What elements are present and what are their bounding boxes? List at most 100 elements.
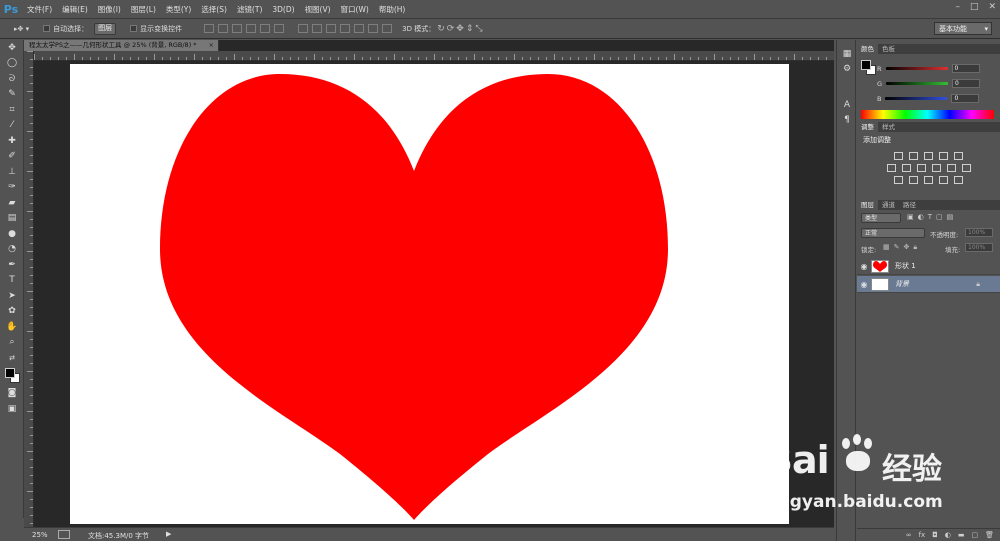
eye-icon[interactable]: ◉ — [857, 262, 871, 271]
filter-adjust-icon[interactable]: ◐ — [918, 213, 924, 221]
horizontal-ruler[interactable] — [34, 51, 834, 61]
eye-icon[interactable]: ◉ — [857, 280, 871, 289]
distribute-hcenter-icon[interactable] — [354, 24, 365, 33]
filter-smart-icon[interactable]: ▤ — [947, 213, 954, 221]
properties-panel-icon[interactable]: ⚙ — [837, 62, 857, 78]
align-bottom-icon[interactable] — [232, 24, 243, 33]
healing-brush-tool-icon[interactable]: ✚ — [0, 133, 24, 149]
drag-3d-icon[interactable]: ✥ — [456, 24, 464, 34]
color-swatches[interactable] — [0, 366, 24, 386]
fill-field[interactable]: 100% — [965, 243, 993, 252]
distribute-vcenter-icon[interactable] — [312, 24, 323, 33]
channel-slider[interactable] — [885, 97, 948, 100]
crop-tool-icon[interactable]: ⌗ — [0, 102, 24, 118]
canvas[interactable] — [70, 64, 789, 524]
color-spectrum-bar[interactable] — [861, 110, 994, 119]
black-white-icon[interactable] — [916, 164, 926, 172]
eraser-tool-icon[interactable]: ▰ — [0, 195, 24, 211]
blur-tool-icon[interactable]: ● — [0, 226, 24, 242]
lock-pixels-icon[interactable]: ✎ — [894, 243, 900, 252]
workspace-dropdown[interactable]: 基本功能 ▾ — [934, 22, 992, 35]
auto-select-dropdown[interactable]: 图层 — [94, 22, 117, 35]
tab-color[interactable]: 颜色 — [857, 44, 878, 54]
color-lookup-icon[interactable] — [961, 164, 971, 172]
tab-paths[interactable]: 路径 — [899, 200, 920, 210]
distribute-bottom-icon[interactable] — [326, 24, 337, 33]
show-transform-checkbox[interactable] — [130, 25, 138, 32]
zoom-tool-icon[interactable]: ⌕ — [0, 335, 24, 351]
maximize-button[interactable]: □ — [970, 2, 979, 12]
tab-adjustments[interactable]: 调整 — [857, 122, 878, 132]
channel-slider[interactable] — [886, 82, 949, 85]
menu-item[interactable]: 3D(D) — [267, 0, 299, 19]
mask-icon[interactable]: ◘ — [932, 531, 938, 539]
filter-type-icon[interactable]: T — [928, 213, 932, 221]
channel-value-field[interactable]: 0 — [951, 64, 980, 73]
channel-value-field[interactable]: 0 — [952, 79, 981, 88]
align-top-icon[interactable] — [204, 24, 215, 33]
distribute-left-icon[interactable] — [340, 24, 351, 33]
levels-icon[interactable] — [909, 152, 918, 160]
auto-select-option[interactable]: 自动选择： — [43, 24, 88, 34]
gradient-map-icon[interactable] — [939, 176, 948, 184]
tab-channels[interactable]: 通道 — [878, 200, 899, 210]
brightness-icon[interactable] — [894, 152, 903, 160]
hue-saturation-icon[interactable] — [886, 164, 896, 172]
custom-shape-tool-icon[interactable]: ✿ — [0, 304, 24, 320]
zoom-level[interactable]: 25% — [32, 531, 48, 539]
menu-item[interactable]: 窗口(W) — [336, 0, 374, 19]
exposure-icon[interactable] — [939, 152, 948, 160]
screen-mode-icon[interactable]: ▣ — [0, 401, 24, 417]
close-tab-icon[interactable]: × — [209, 40, 214, 51]
history-brush-tool-icon[interactable]: ✑ — [0, 180, 24, 196]
lock-position-icon[interactable]: ✥ — [904, 243, 910, 252]
color-balance-icon[interactable] — [901, 164, 911, 172]
align-vcenter-icon[interactable] — [218, 24, 229, 33]
menu-item[interactable]: 滤镜(T) — [232, 0, 267, 19]
auto-align-icon[interactable] — [382, 24, 393, 33]
photo-filter-icon[interactable] — [931, 164, 941, 172]
status-info-icon[interactable] — [58, 530, 70, 539]
swap-colors-icon[interactable]: ⇄ — [0, 350, 24, 366]
gradient-tool-icon[interactable]: ▤ — [0, 211, 24, 227]
channel-mixer-icon[interactable] — [946, 164, 956, 172]
character-panel-icon[interactable]: A — [837, 97, 857, 113]
quick-select-tool-icon[interactable]: ✎ — [0, 87, 24, 103]
rotate-3d-icon[interactable]: ↻ — [437, 24, 445, 34]
scale-3d-icon[interactable]: ⤡ — [475, 24, 482, 34]
channel-slider[interactable] — [885, 67, 948, 70]
selective-color-icon[interactable] — [954, 176, 963, 184]
menu-item[interactable]: 文件(F) — [22, 0, 57, 19]
lasso-tool-icon[interactable]: ᘐ — [0, 71, 24, 87]
paragraph-panel-icon[interactable]: ¶ — [837, 113, 857, 129]
slide-3d-icon[interactable]: ⇕ — [466, 24, 474, 34]
opacity-field[interactable]: 100% — [965, 228, 993, 237]
auto-select-checkbox[interactable] — [43, 25, 51, 32]
vertical-ruler[interactable] — [24, 51, 34, 527]
trash-icon[interactable]: 🗑︎ — [985, 531, 994, 539]
align-left-icon[interactable] — [246, 24, 257, 33]
distribute-top-icon[interactable] — [298, 24, 309, 33]
adjustment-icon[interactable]: ◐ — [945, 531, 951, 539]
distribute-right-icon[interactable] — [368, 24, 379, 33]
align-right-icon[interactable] — [274, 24, 285, 33]
layer-name-shape[interactable]: 形状 1 — [895, 261, 916, 271]
hand-tool-icon[interactable]: ✋ — [0, 319, 24, 335]
path-select-tool-icon[interactable]: ➤ — [0, 288, 24, 304]
link-icon[interactable]: ∞ — [906, 531, 912, 539]
document-tab[interactable]: 程太太学PS之——几何形状工具 @ 25% (背景, RGB/8) * × — [24, 40, 219, 51]
status-menu-arrow-icon[interactable]: ▶ — [166, 530, 171, 538]
type-tool-icon[interactable]: T — [0, 273, 24, 289]
group-icon[interactable]: ▬ — [958, 531, 965, 539]
menu-item[interactable]: 图层(L) — [126, 0, 161, 19]
vibrance-icon[interactable] — [954, 152, 963, 160]
lock-transparent-icon[interactable]: ▦ — [883, 243, 890, 252]
clone-stamp-tool-icon[interactable]: ⊥ — [0, 164, 24, 180]
layer-name-background[interactable]: 背景 — [895, 279, 909, 289]
filter-shape-icon[interactable]: ▢ — [936, 213, 943, 221]
layer-filter-dropdown[interactable]: 类型 — [861, 213, 901, 223]
layer-row-shape[interactable]: ◉ 形状 1 — [857, 258, 1000, 275]
tab-swatches[interactable]: 色板 — [878, 44, 899, 54]
fx-icon[interactable]: fx — [919, 531, 926, 539]
minimize-button[interactable]: – — [955, 2, 960, 12]
